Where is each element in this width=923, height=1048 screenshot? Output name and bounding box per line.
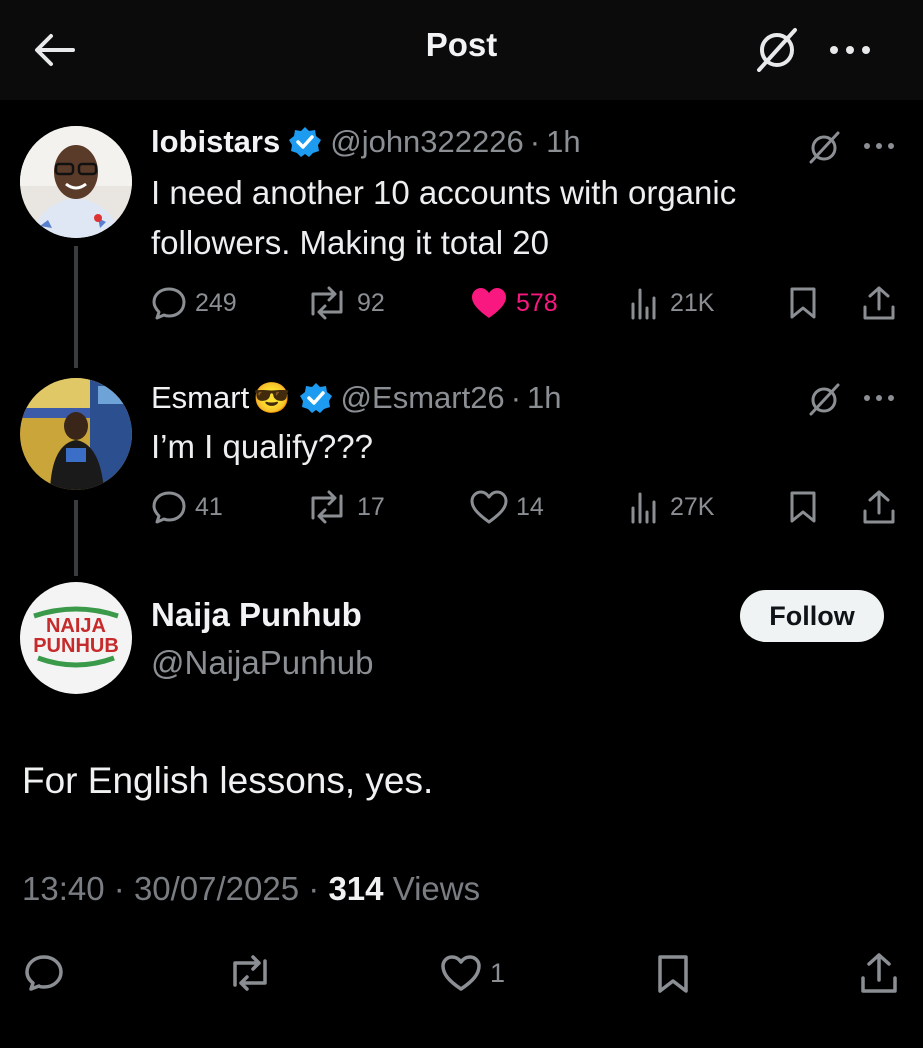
reply-button[interactable]: 249 [151,286,237,320]
separator: · [113,870,125,907]
share-button[interactable] [862,285,896,321]
views-count: 314 [328,870,384,907]
share-icon [863,286,895,320]
share-icon [861,953,897,993]
tweet-header: lobistars @john322226 · 1h [151,124,581,160]
grok-button[interactable] [808,130,842,164]
author-handle[interactable]: @NaijaPunhub [151,644,373,682]
views-button[interactable]: 21K [628,286,714,320]
like-count: 1 [490,957,506,988]
grok-icon [757,28,797,72]
name-emoji: 😎 [253,381,291,415]
author-name[interactable]: Naija Punhub [151,596,362,634]
avatar-lobistars[interactable] [20,126,132,238]
bookmark-button[interactable] [788,286,818,320]
views-button[interactable]: 27K [628,490,714,524]
handle[interactable]: @Esmart26 [341,380,505,416]
avatar-image [20,126,132,238]
post-date[interactable]: 30/07/2025 [134,870,299,907]
reply-icon [152,287,186,320]
follow-button[interactable]: Follow [740,590,884,642]
post-meta: 13:40 · 30/07/2025 · 314 Views [22,870,480,908]
back-arrow-icon [35,34,75,66]
repost-count: 92 [357,288,385,317]
like-count: 578 [516,288,558,317]
bookmark-button[interactable] [656,954,690,994]
thread-line [74,246,78,368]
post-text: For English lessons, yes. [22,760,434,801]
repost-button[interactable] [226,954,274,992]
separator: · [510,380,522,415]
display-name[interactable]: lobistars [151,124,280,160]
tweet-text-line: I need another 10 accounts with organic [151,174,737,211]
timestamp[interactable]: 1h [546,124,580,160]
views-label: Views [392,870,481,907]
tweet-text: I’m I qualify??? [151,422,373,472]
repost-button[interactable]: 92 [305,286,385,320]
avatar-naija-punhub[interactable]: NAIJA PUNHUB [20,582,132,694]
tweet-text-line: I’m I qualify??? [151,428,373,465]
tweet-text: I need another 10 accounts with organic … [151,168,736,268]
page-title: Post [425,26,498,63]
views-icon [631,492,656,524]
repost-button[interactable]: 17 [305,490,385,524]
more-options-button[interactable] [862,136,896,156]
back-button[interactable] [30,28,78,72]
grok-button[interactable] [755,26,801,72]
more-icon [864,395,894,401]
avatar-logo-bottom: PUNHUB [33,635,119,657]
share-icon [863,490,895,524]
verified-icon [289,127,322,157]
reply-count: 41 [195,492,223,521]
avatar-image [20,378,132,490]
bookmark-button[interactable] [788,490,818,524]
handle[interactable]: @john322226 [330,124,524,160]
separator: · [529,124,541,159]
views-count: 27K [670,492,715,521]
bookmark-icon [790,287,816,319]
like-count: 14 [516,492,544,521]
reply-button[interactable]: 41 [151,490,223,524]
more-icon [830,46,870,54]
reply-button[interactable] [24,954,64,992]
more-icon [864,143,894,149]
tweet-header: Esmart 😎 @Esmart26 · 1h [151,380,562,416]
bookmark-icon [790,491,816,523]
separator: · [308,870,320,907]
avatar-esmart[interactable] [20,378,132,490]
avatar-logo-top: NAIJA [46,615,106,637]
repost-count: 17 [357,492,385,521]
timestamp[interactable]: 1h [527,380,561,416]
verified-icon [299,383,332,413]
repost-icon [233,955,267,991]
views-icon [631,288,656,320]
reply-icon [25,955,63,991]
grok-icon [809,131,840,164]
post-time[interactable]: 13:40 [22,870,105,907]
grok-button[interactable] [808,382,842,416]
tweet-text-line: followers. Making it total 20 [151,224,550,261]
display-name[interactable]: Esmart [151,380,249,416]
more-options-button[interactable] [862,388,896,408]
reply-count: 249 [195,288,237,317]
heart-icon [472,288,506,318]
repost-icon [311,490,343,524]
views-count: 21K [670,288,715,317]
top-bar: Post [0,0,923,100]
heart-icon [470,490,508,524]
grok-icon [809,383,840,416]
bookmark-icon [658,955,688,993]
heart-icon [441,955,481,991]
thread-line [74,500,78,576]
reply-icon [152,491,186,524]
share-button[interactable] [860,952,898,994]
like-button[interactable]: 14 [470,490,544,524]
more-options-button[interactable] [826,30,874,70]
avatar-image: NAIJA PUNHUB [20,582,132,694]
repost-icon [311,286,343,320]
like-button[interactable]: 1 [440,954,505,992]
share-button[interactable] [862,489,896,525]
like-button[interactable]: 578 [470,286,558,320]
